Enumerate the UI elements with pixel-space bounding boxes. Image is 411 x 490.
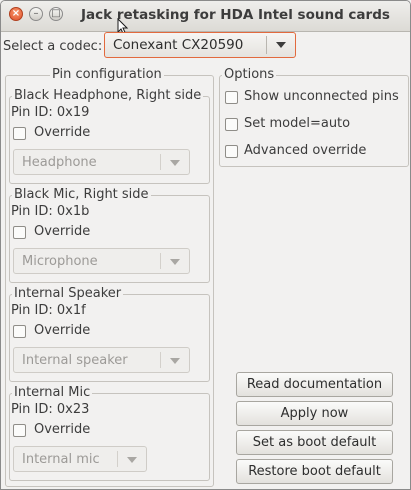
pin-function-select: Internal mic: [13, 446, 147, 472]
advanced-override-label: Advanced override: [244, 143, 367, 158]
pin-function-select: Headphone: [13, 149, 190, 175]
pin-id: Pin ID: 0x1b: [11, 204, 90, 219]
pin-configuration-title: Pin configuration: [50, 67, 164, 82]
pin-function-select: Microphone: [13, 248, 190, 274]
override-checkbox[interactable]: [13, 325, 26, 338]
read-documentation-button[interactable]: Read documentation: [236, 372, 393, 397]
override-checkbox[interactable]: [13, 424, 26, 437]
restore-boot-default-button[interactable]: Restore boot default: [236, 459, 393, 484]
codec-selected-value: Conexant CX20590: [113, 37, 244, 53]
chevron-down-icon: [170, 259, 180, 265]
chevron-down-icon: [127, 457, 137, 463]
maximize-icon[interactable]: □: [49, 7, 63, 21]
pin-name: Internal Speaker: [12, 286, 124, 301]
codec-label: Select a codec:: [3, 39, 103, 54]
advanced-override-checkbox[interactable]: [225, 145, 238, 158]
set-model-auto-checkbox[interactable]: [225, 118, 238, 131]
title-bar: × – □ Jack retasking for HDA Intel sound…: [1, 1, 410, 32]
close-icon[interactable]: ×: [9, 7, 23, 21]
pin-function-value: Headphone: [22, 155, 97, 170]
combo-separator: [117, 451, 118, 467]
pin-function-select: Internal speaker: [13, 347, 190, 373]
chevron-down-icon: [170, 160, 180, 166]
pin-function-value: Internal speaker: [22, 353, 128, 368]
pin-function-value: Microphone: [22, 254, 98, 269]
set-as-boot-default-button[interactable]: Set as boot default: [236, 430, 393, 455]
apply-now-button[interactable]: Apply now: [236, 401, 393, 426]
app-window: × – □ Jack retasking for HDA Intel sound…: [0, 0, 411, 490]
pin-id: Pin ID: 0x19: [11, 105, 90, 120]
pin-id: Pin ID: 0x1f: [11, 303, 86, 318]
combo-separator: [160, 253, 161, 269]
pin-name: Internal Mic: [12, 385, 93, 400]
pin-name: Black Headphone, Right side: [12, 88, 204, 103]
codec-select[interactable]: Conexant CX20590: [104, 32, 296, 58]
override-label: Override: [34, 422, 91, 437]
set-model-auto-label: Set model=auto: [244, 116, 351, 131]
options-title: Options: [222, 67, 277, 82]
combo-separator: [160, 352, 161, 368]
override-label: Override: [34, 323, 91, 338]
override-checkbox[interactable]: [13, 226, 26, 239]
show-unconnected-pins-checkbox[interactable]: [225, 91, 238, 104]
override-checkbox[interactable]: [13, 127, 26, 140]
pin-name: Black Mic, Right side: [12, 187, 151, 202]
chevron-down-icon: [276, 42, 286, 48]
pin-function-value: Internal mic: [22, 452, 100, 467]
pin-id: Pin ID: 0x23: [11, 402, 90, 417]
override-label: Override: [34, 125, 91, 140]
chevron-down-icon: [170, 358, 180, 364]
minimize-icon[interactable]: –: [29, 7, 43, 21]
combo-separator: [160, 154, 161, 170]
combo-separator: [266, 36, 267, 54]
override-label: Override: [34, 224, 91, 239]
show-unconnected-pins-label: Show unconnected pins: [244, 89, 399, 104]
